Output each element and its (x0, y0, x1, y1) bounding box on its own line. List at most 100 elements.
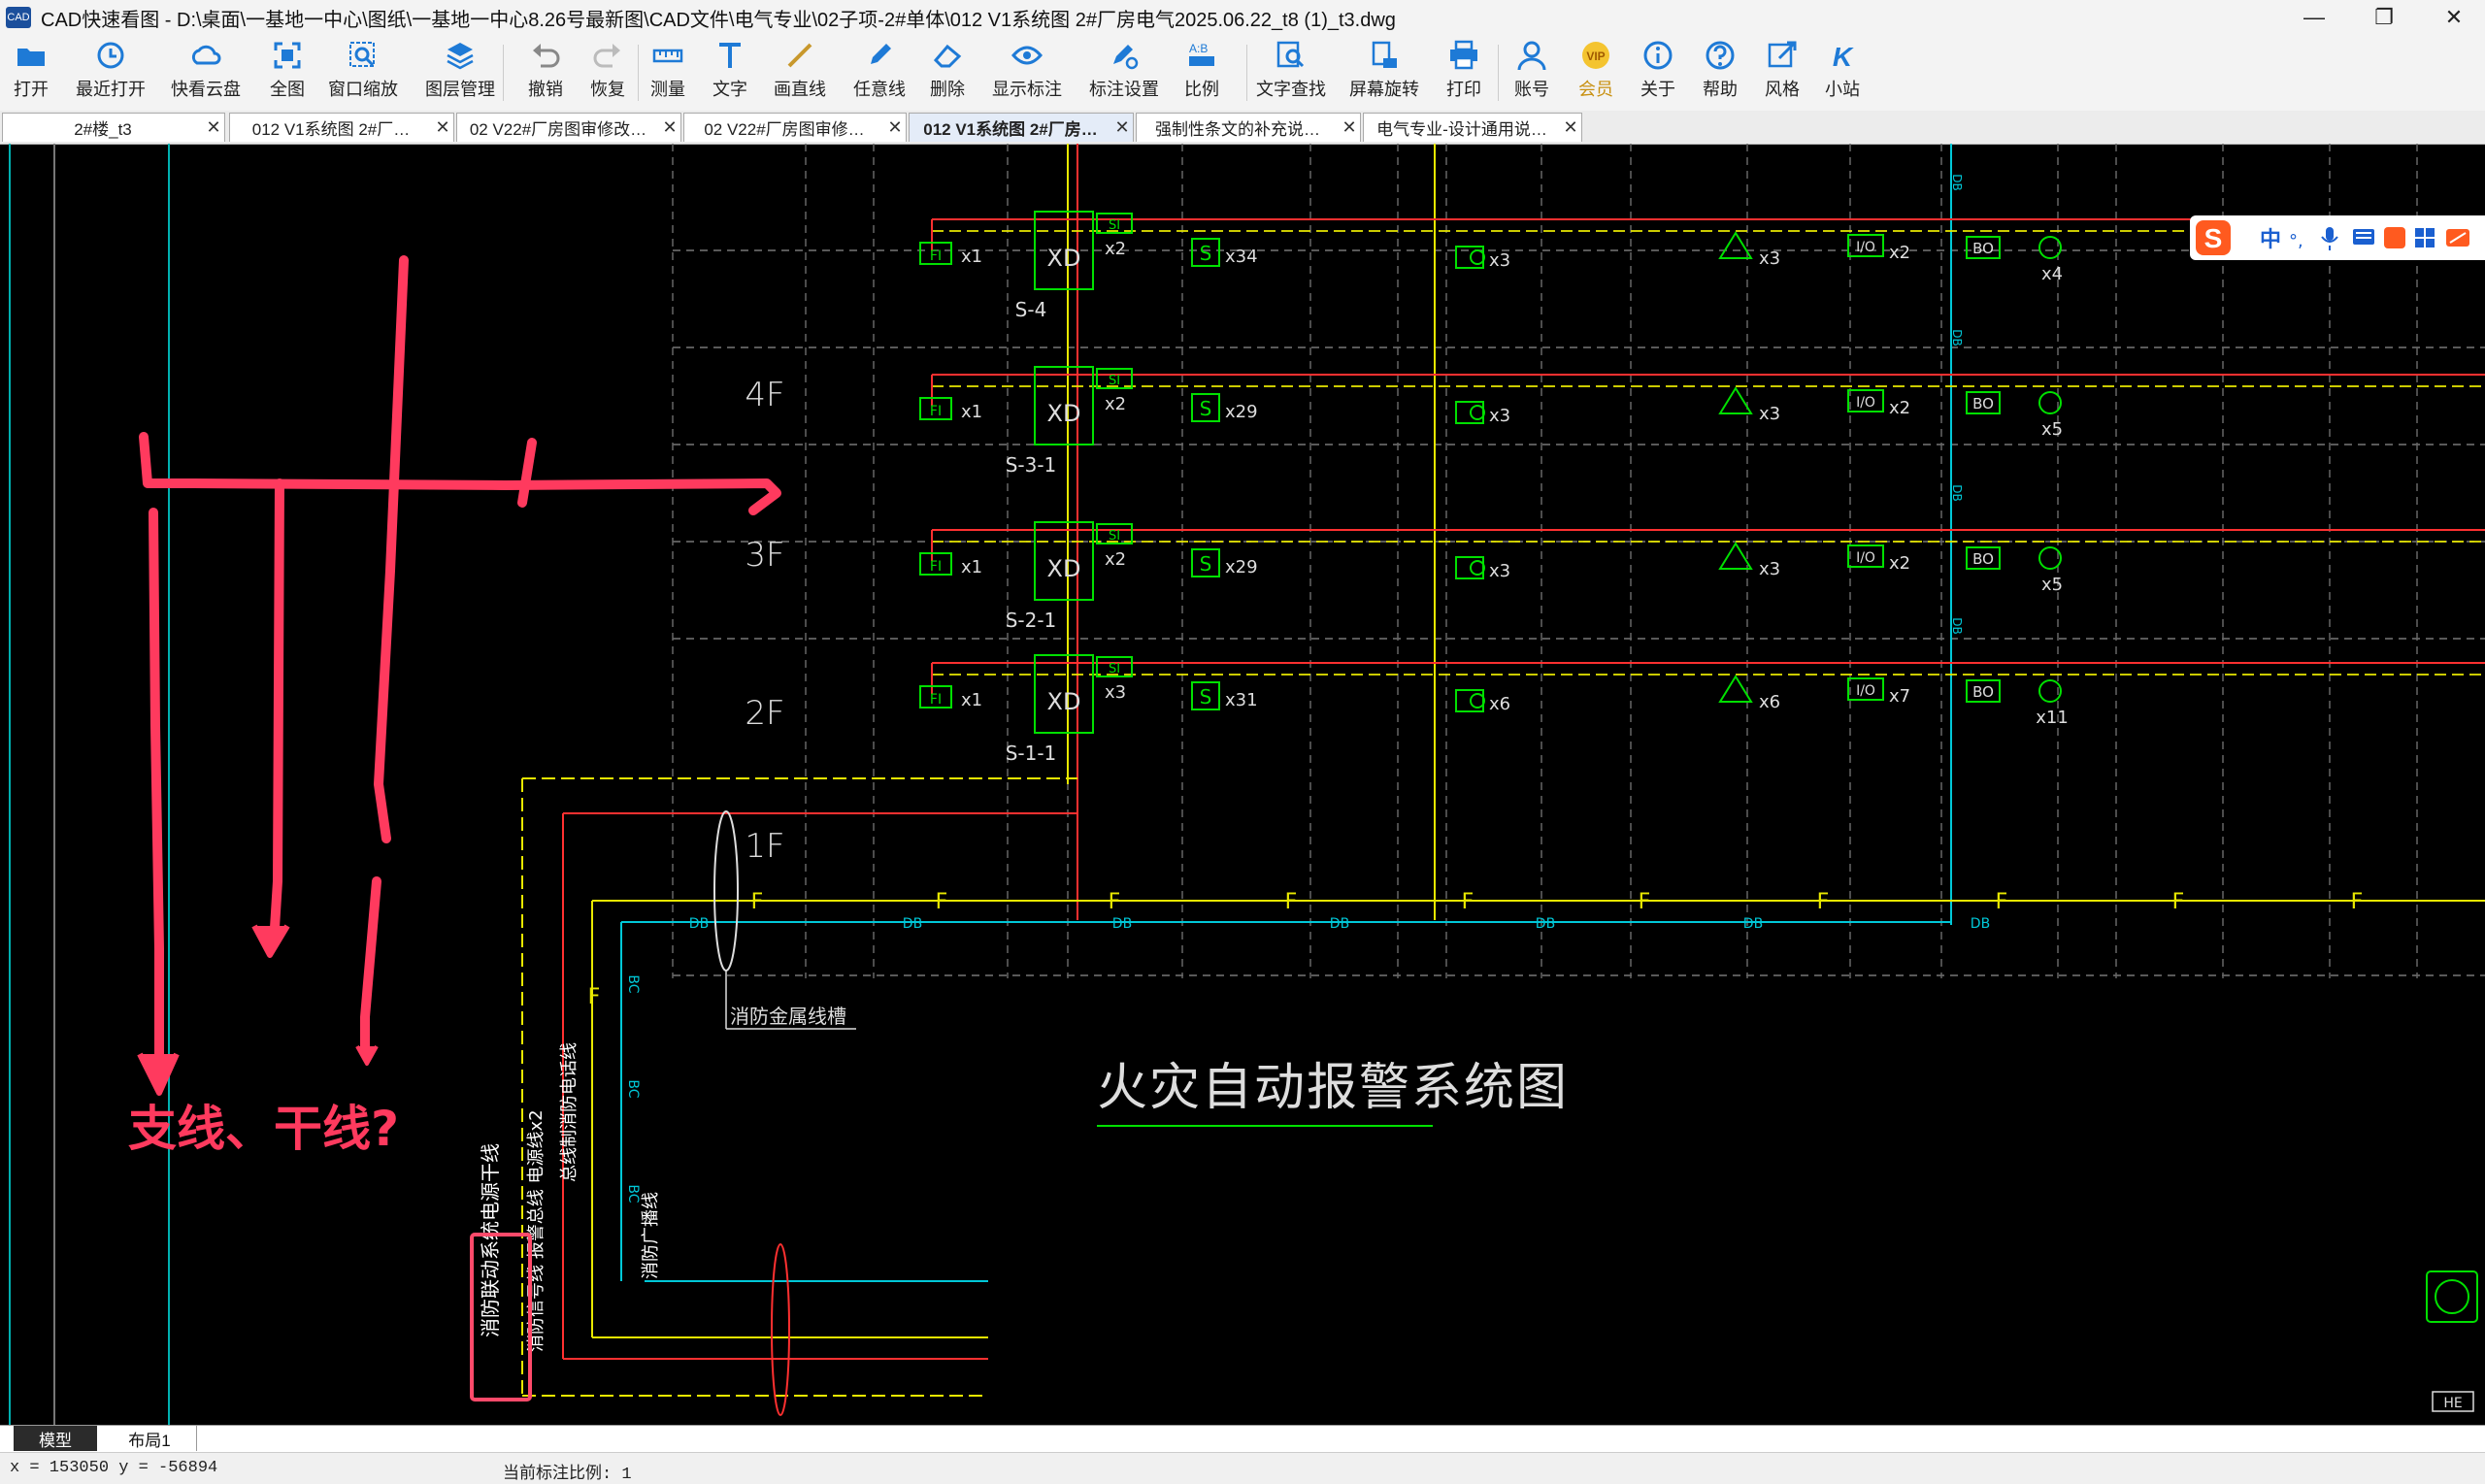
toolbar-button-fullview[interactable]: 全图 (244, 39, 331, 107)
bus-f-label: F (751, 890, 764, 914)
sogou-logo-icon: S (2196, 220, 2231, 255)
style-icon (1768, 41, 1797, 68)
toolbar-button-label: 文字查找 (1256, 80, 1326, 99)
toolbar-button-label: 测量 (650, 80, 685, 99)
module-label: S-1-1 (1006, 742, 1057, 765)
annotation-stroke (269, 478, 284, 948)
annotation-stroke (360, 876, 381, 1055)
heat-detector-icon (1470, 693, 1485, 709)
close-window-button[interactable]: ✕ (2423, 0, 2485, 35)
toolbar-button-label: 最近打开 (76, 80, 146, 99)
smiley-icon (2435, 1279, 2469, 1314)
count-label: x2 (1105, 549, 1126, 570)
he-badge-label: HE (2443, 1396, 2462, 1411)
bo-module-label: BO (1972, 240, 1994, 257)
main-toolbar: 打开 最近打开 快看云盘 全图 窗口缩放 图层管理 撤销 恢复 测量 文字 画直线 任意线 删除 显示标注… (0, 35, 2485, 112)
bus-db-label: DB (1743, 916, 1763, 932)
close-tab-icon[interactable]: ✕ (432, 117, 453, 138)
speaker-icon (2038, 236, 2062, 259)
floor-label: 3F (745, 536, 784, 575)
toolbar-button-line[interactable]: 画直线 (756, 39, 844, 107)
toolbar-button-label: 恢复 (590, 80, 625, 99)
count-label: x3 (1759, 559, 1780, 579)
heat-detector-icon (1470, 560, 1485, 576)
ime-punct-label[interactable]: °, (2289, 231, 2303, 251)
keyboard-icon[interactable] (2353, 229, 2374, 245)
skin-icon[interactable] (2384, 227, 2405, 248)
count-label: x3 (1759, 404, 1780, 424)
toolbar-button-rotate[interactable]: 屏幕旋转 (1341, 39, 1428, 107)
text-search-icon (1276, 41, 1305, 68)
toolbar-button-label: 打印 (1446, 80, 1481, 99)
toolbar-button-label: 任意线 (853, 80, 906, 99)
cad-canvas[interactable]: 4F 3F 2F 1F FI x1 XD x2 S-4 SI S x34 x3 x3 I/O x2 BO x4 DB… (0, 144, 2485, 1425)
tab-label: 012 V1系统图 2#厂… (251, 120, 411, 139)
layout-tab-bar: 模型 布局1 (0, 1425, 2485, 1453)
toolbar-button-cloud[interactable]: 快看云盘 (162, 39, 249, 107)
close-tab-icon[interactable]: ✕ (884, 117, 906, 138)
close-tab-icon[interactable]: ✕ (659, 117, 680, 138)
bus-db-label: DB (1536, 916, 1555, 932)
document-tab[interactable]: 02 V22#厂房图审修改… ✕ (456, 113, 681, 142)
close-tab-icon[interactable]: ✕ (1339, 117, 1360, 138)
tab-label: 02 V22#厂房图审修改… (469, 120, 647, 139)
document-tab-bar: 2#楼_t3 ✕ 012 V1系统图 2#厂… ✕ 02 V22#厂房图审修改… ✕ 02 … (0, 111, 2485, 145)
module-label: S-3-1 (1006, 453, 1057, 477)
document-tab[interactable]: 012 V1系统图 2#厂… ✕ (229, 113, 454, 142)
minimize-button[interactable]: — (2283, 0, 2345, 35)
toolbar-button-label: 打开 (14, 80, 49, 99)
ime-mode-label[interactable]: 中 (2260, 228, 2281, 252)
si-label: SI (1109, 662, 1120, 676)
count-label: x5 (2041, 575, 2063, 595)
help-icon (1706, 41, 1735, 70)
bus-marker-label: DB (1950, 174, 1964, 190)
toolbar-button-clock[interactable]: 最近打开 (67, 39, 154, 107)
annotation-arrowhead (137, 1052, 180, 1096)
floor-label: 4F (745, 376, 784, 414)
io-module-label: I/O (1856, 550, 1875, 566)
toolbar-button-zoom-window[interactable]: 窗口缩放 (319, 39, 407, 107)
bus-f-label: F (2172, 890, 2185, 914)
close-tab-icon[interactable]: ✕ (1560, 117, 1581, 138)
document-tab[interactable]: 电气专业-设计通用说… ✕ (1363, 113, 1582, 142)
app-icon: CAD (6, 7, 31, 28)
toolbar-button-layers[interactable]: 图层管理 (416, 39, 504, 107)
count-label: x6 (1489, 694, 1510, 714)
layout-tab[interactable]: 布局1 (103, 1426, 197, 1451)
user-icon (1517, 41, 1546, 71)
alarm-bell-icon (1718, 675, 1753, 703)
toolbar-button-label: 全图 (270, 80, 305, 99)
toolbar-button-eraser[interactable]: 删除 (904, 39, 991, 107)
ime-toolbar[interactable]: S 中 °, (2190, 215, 2485, 260)
rotate-icon (1372, 41, 1397, 68)
toolbar-button-eye[interactable]: 显示标注 (983, 39, 1071, 107)
toolbar-button-label: 风格 (1765, 80, 1800, 99)
fullview-icon (274, 42, 301, 69)
toolbar-button-station[interactable]: K 小站 (1799, 39, 1886, 107)
folder-icon (17, 49, 45, 66)
close-tab-icon[interactable]: ✕ (1111, 117, 1133, 138)
bus-f-label: F (1996, 890, 2008, 914)
io-module-label: I/O (1856, 395, 1875, 411)
toolbar-button-scale[interactable]: A:B 比例 (1158, 39, 1245, 107)
smoke-detector-label: S (1200, 397, 1212, 420)
toolbar-button-text-search[interactable]: 文字查找 (1247, 39, 1335, 107)
toolbar-button-annotation-settings[interactable]: 标注设置 (1080, 39, 1168, 107)
more-icon[interactable] (2446, 229, 2469, 247)
layout-tab[interactable]: 模型 (14, 1426, 97, 1451)
document-tab[interactable]: 强制性条文的补充说… ✕ (1136, 113, 1361, 142)
toolbar-button-folder[interactable]: 打开 (0, 39, 75, 107)
close-tab-icon[interactable]: ✕ (203, 117, 224, 138)
printer-icon (1450, 40, 1477, 70)
fi-label: FI (930, 404, 942, 419)
toolbar-button-label: 会员 (1578, 80, 1613, 99)
count-label: x2 (1105, 394, 1126, 414)
document-tab[interactable]: 02 V22#厂房图审修… ✕ (683, 113, 907, 142)
count-label: x2 (1889, 553, 1910, 574)
maximize-button[interactable]: ❐ (2353, 0, 2415, 35)
document-tab[interactable]: 2#楼_t3 ✕ (2, 113, 225, 142)
toolbox-icon[interactable] (2415, 228, 2435, 247)
microphone-icon[interactable] (2321, 227, 2338, 250)
document-tab[interactable]: 012 V1系统图 2#厂房… ✕ (909, 113, 1134, 142)
module-label: S-4 (1015, 298, 1047, 321)
